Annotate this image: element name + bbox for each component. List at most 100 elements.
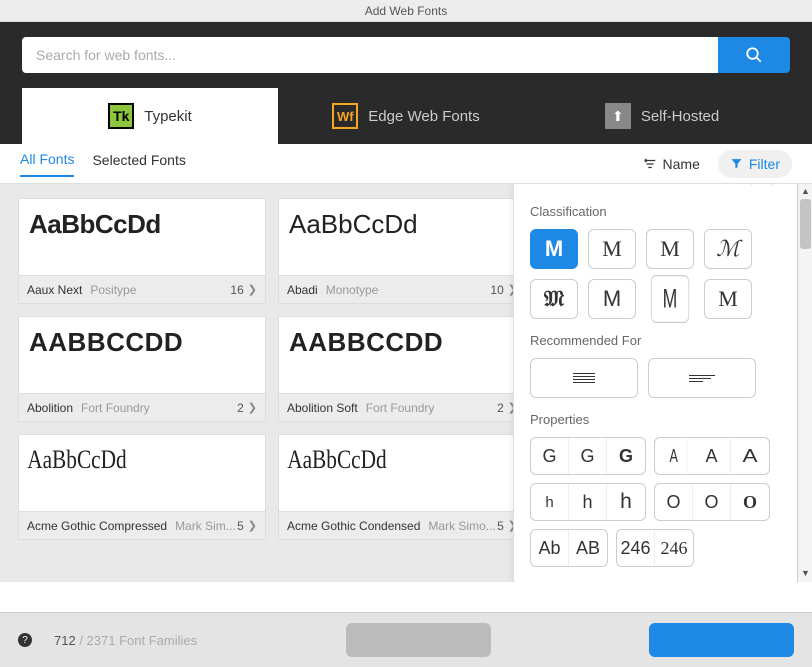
font-preview: AABBCCDD — [279, 317, 525, 393]
font-meta: AbolitionFort Foundry2❯ — [19, 393, 265, 421]
done-button[interactable] — [649, 623, 794, 657]
font-foundry: Positype — [90, 283, 136, 297]
prop-contrast: OOO — [654, 483, 770, 521]
scroll-down-icon[interactable]: ▼ — [800, 568, 811, 580]
heading-icon — [689, 373, 715, 384]
recommended-row — [530, 358, 781, 398]
font-card[interactable]: AABBCCDDAbolition SoftFort Foundry2❯ — [278, 316, 526, 422]
sub-tab-all-fonts[interactable]: All Fonts — [20, 151, 74, 177]
classification-chip-2[interactable]: M — [646, 229, 694, 269]
typekit-icon: Tk — [108, 103, 134, 129]
font-preview: AaBbCcDd — [19, 199, 265, 275]
sort-label: Name — [663, 156, 700, 172]
prop-xheight-opt[interactable]: h — [607, 484, 645, 520]
font-card[interactable]: AaBbCcDdAcme Gothic CondensedMark Simo..… — [278, 434, 526, 540]
tab-edge-label: Edge Web Fonts — [368, 108, 479, 125]
prop-contrast-opt[interactable]: O — [655, 484, 693, 520]
font-variant-count: 2 — [237, 401, 244, 415]
classification-chip-5[interactable]: M — [588, 279, 636, 319]
prop-case-opt[interactable]: Ab — [531, 530, 569, 566]
tab-edge[interactable]: Wf Edge Web Fonts — [278, 88, 534, 144]
prop-contrast-opt[interactable]: O — [731, 484, 769, 520]
prop-xheight: hhh — [530, 483, 646, 521]
prop-case: AbAB — [530, 529, 608, 567]
toolbar: All Fonts Selected Fonts Name Filter — [0, 144, 812, 184]
count-sep: / — [76, 633, 87, 648]
source-tabs: Tk Typekit Wf Edge Web Fonts ⬆ Self-Host… — [22, 88, 790, 144]
classification-chip-6[interactable]: M — [651, 275, 689, 323]
prop-figures-opt[interactable]: 246 — [617, 530, 655, 566]
tab-typekit-label: Typekit — [144, 108, 192, 125]
font-preview: AaBbCcDd — [19, 435, 221, 511]
prop-weight-opt[interactable]: G — [607, 438, 645, 474]
sub-tab-selected-fonts[interactable]: Selected Fonts — [92, 152, 185, 176]
filter-heading-properties: Properties — [530, 412, 781, 427]
classification-chip-7[interactable]: M — [704, 279, 752, 319]
count-visible: 712 — [54, 633, 76, 648]
properties-grid: GGGAAAhhhOOOAbAB246246 — [530, 437, 781, 567]
recommended-paragraph[interactable] — [530, 358, 638, 398]
edge-icon: Wf — [332, 103, 358, 129]
classification-chip-1[interactable]: M — [588, 229, 636, 269]
prop-xheight-opt[interactable]: h — [531, 484, 569, 520]
font-variant-count: 16 — [230, 283, 243, 297]
search-row — [22, 37, 790, 73]
classification-chip-3[interactable]: ℳ — [704, 229, 752, 269]
filter-heading-classification: Classification — [530, 204, 781, 219]
font-meta: Acme Gothic CondensedMark Simo...5❯ — [279, 511, 525, 539]
paragraph-icon — [573, 371, 595, 385]
filter-label: Filter — [749, 156, 780, 172]
help-icon[interactable]: ? — [18, 633, 32, 647]
scroll-thumb[interactable] — [800, 199, 811, 249]
font-card[interactable]: AaBbCcDdAcme Gothic CompressedMark Sim..… — [18, 434, 266, 540]
classification-chip-4[interactable]: 𝔐 — [530, 279, 578, 319]
content-area: AaBbCcDdAaux NextPositype16❯AaBbCcDdAbad… — [0, 184, 812, 582]
header: Tk Typekit Wf Edge Web Fonts ⬆ Self-Host… — [0, 22, 812, 144]
scroll-up-icon[interactable]: ▲ — [800, 186, 811, 198]
font-name: Acme Gothic Compressed — [27, 519, 167, 533]
font-foundry: Fort Foundry — [81, 401, 150, 415]
prop-case-opt[interactable]: AB — [569, 530, 607, 566]
prop-weight-opt[interactable]: G — [569, 438, 607, 474]
count-total: 2371 Font Families — [87, 633, 198, 648]
prop-width: AAA — [654, 437, 770, 475]
font-card[interactable]: AaBbCcDdAaux NextPositype16❯ — [18, 198, 266, 304]
font-meta: AbadiMonotype10❯ — [279, 275, 525, 303]
tab-typekit[interactable]: Tk Typekit — [22, 88, 278, 144]
sort-button[interactable]: Name — [643, 156, 700, 172]
classification-row: MMMℳ𝔐MMM — [530, 229, 781, 319]
font-card[interactable]: AaBbCcDdAbadiMonotype10❯ — [278, 198, 526, 304]
font-variant-count: 5 — [237, 519, 244, 533]
tab-self-hosted[interactable]: ⬆ Self-Hosted — [534, 88, 790, 144]
prop-width-opt[interactable]: A — [661, 438, 688, 474]
font-name: Abadi — [287, 283, 318, 297]
search-button[interactable] — [718, 37, 790, 73]
prop-figures-opt[interactable]: 246 — [655, 530, 693, 566]
font-variant-count: 10 — [490, 283, 503, 297]
cancel-button[interactable] — [346, 623, 491, 657]
filter-heading-recommended: Recommended For — [530, 333, 781, 348]
classification-chip-0[interactable]: M — [530, 229, 578, 269]
window-titlebar: Add Web Fonts — [0, 0, 812, 22]
font-foundry: Monotype — [326, 283, 379, 297]
chevron-right-icon[interactable]: ❯ — [248, 283, 257, 296]
font-preview: AABBCCDD — [19, 317, 265, 393]
prop-xheight-opt[interactable]: h — [569, 484, 607, 520]
font-name: Acme Gothic Condensed — [287, 519, 420, 533]
recommended-heading[interactable] — [648, 358, 756, 398]
filter-button[interactable]: Filter — [718, 150, 792, 178]
font-meta: Acme Gothic CompressedMark Sim...5❯ — [19, 511, 265, 539]
prop-contrast-opt[interactable]: O — [693, 484, 731, 520]
prop-width-opt[interactable]: A — [726, 438, 770, 474]
search-input[interactable] — [22, 37, 718, 73]
font-preview: AaBbCcDd — [279, 199, 525, 275]
chevron-right-icon[interactable]: ❯ — [248, 401, 257, 414]
prop-weight-opt[interactable]: G — [531, 438, 569, 474]
prop-weight: GGG — [530, 437, 646, 475]
font-card[interactable]: AABBCCDDAbolitionFort Foundry2❯ — [18, 316, 266, 422]
scrollbar[interactable]: ▲ ▼ — [797, 184, 812, 582]
font-variant-count: 2 — [497, 401, 504, 415]
filter-panel: Classification MMMℳ𝔐MMM Recommended For … — [513, 184, 797, 582]
chevron-right-icon[interactable]: ❯ — [248, 519, 257, 532]
tab-self-hosted-label: Self-Hosted — [641, 108, 719, 125]
